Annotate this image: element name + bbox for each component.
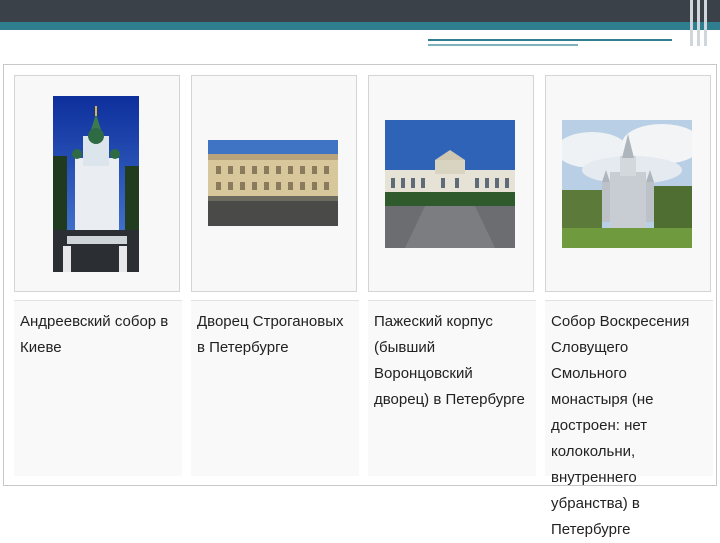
header-decoration <box>690 0 710 46</box>
gallery-caption: Пажеский корпус (бывший Воронцовский дво… <box>368 300 536 476</box>
smolny-cathedral-photo[interactable] <box>562 120 692 248</box>
caption-text: Собор Воскресения Словущего Смольного мо… <box>551 313 690 538</box>
thumbnail-frame <box>545 75 711 292</box>
header-rule <box>428 39 672 41</box>
image-gallery: Андреевский собор в Киеве Дворец Строган… <box>3 64 717 538</box>
header-rule-short <box>428 44 578 46</box>
gallery-caption: Собор Воскресения Словущего Смольного мо… <box>545 300 713 538</box>
slide-header-bar <box>0 0 720 22</box>
st-andrews-church-photo[interactable] <box>53 96 139 272</box>
thumbnail-frame <box>14 75 180 292</box>
caption-text: Андреевский собор в Киеве <box>20 313 169 356</box>
caption-text: Пажеский корпус (бывший Воронцовский дво… <box>374 313 525 408</box>
stroganov-palace-photo[interactable] <box>208 140 338 226</box>
thumbnail-frame <box>368 75 534 292</box>
gallery-caption: Андреевский собор в Киеве <box>14 300 182 476</box>
caption-text: Дворец Строгановых в Петербурге <box>197 313 344 356</box>
thumbnail-frame <box>191 75 357 292</box>
gallery-caption: Дворец Строгановых в Петербурге <box>191 300 359 476</box>
page-corps-photo[interactable] <box>385 120 515 248</box>
slide-header-accent <box>0 22 720 30</box>
